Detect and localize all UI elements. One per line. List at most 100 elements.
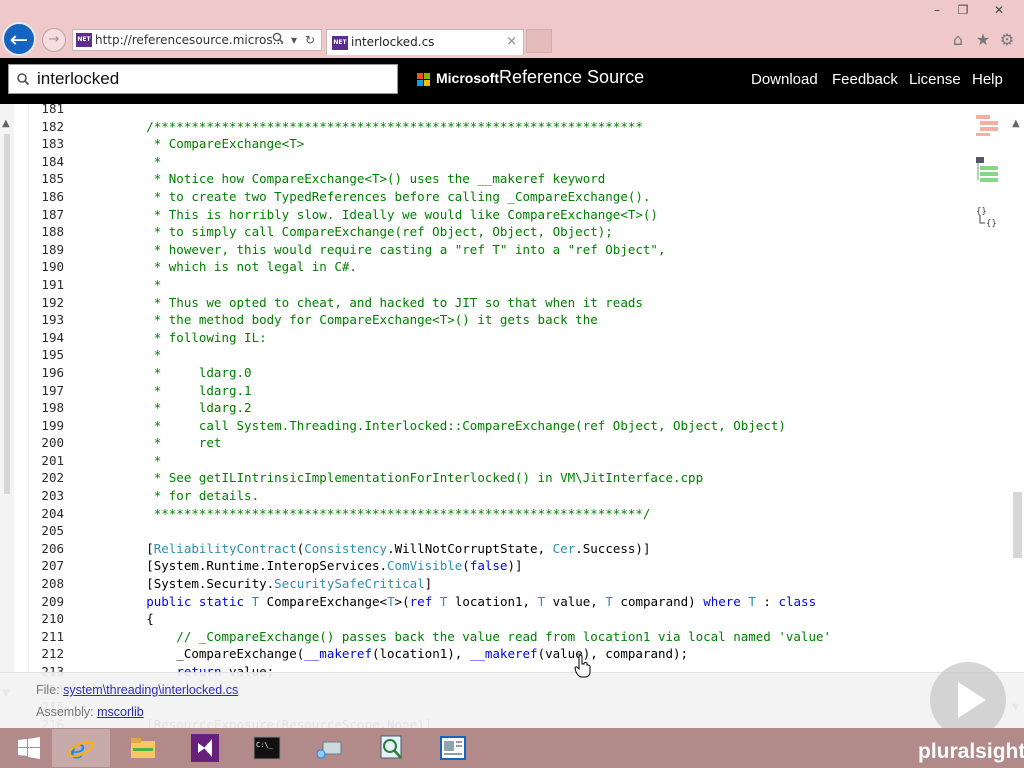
code-line: 196 * ldarg.0 xyxy=(40,364,970,382)
code-token: SecuritySafeCritical xyxy=(274,576,425,592)
code-token: * to simply call CompareExchange(ref Obj… xyxy=(86,224,613,240)
taskbar-file-explorer[interactable] xyxy=(114,729,172,767)
taskbar-command-prompt[interactable]: C:\_ xyxy=(238,729,296,767)
code-line: 210 { xyxy=(40,610,970,628)
code-line: 188 * to simply call CompareExchange(ref… xyxy=(40,223,970,241)
tab-title: interlocked.cs xyxy=(351,35,435,49)
line-number: 206 xyxy=(41,540,64,556)
taskbar-internet-explorer[interactable]: e xyxy=(52,729,110,767)
line-number: 182 xyxy=(41,118,64,134)
line-number: 212 xyxy=(41,646,64,662)
microsoft-brand: Microsoft xyxy=(436,70,499,86)
assembly-row: Assembly: mscorlib xyxy=(36,705,144,719)
code-structure-icon[interactable]: {} {} xyxy=(974,204,1000,230)
code-token: class xyxy=(778,593,817,609)
video-play-button[interactable] xyxy=(930,662,1006,738)
command-prompt-icon: C:\_ xyxy=(253,736,281,760)
assembly-link[interactable]: mscorlib xyxy=(97,705,144,719)
code-token: __makeref xyxy=(304,646,372,662)
code-viewer[interactable]: ▲ ▼ 181 182 /****************************… xyxy=(0,104,1024,728)
search-icon xyxy=(16,65,30,103)
nav-feedback[interactable]: Feedback xyxy=(832,71,898,88)
pluralsight-watermark: pluralsight xyxy=(918,740,1024,763)
close-window-button[interactable]: ✕ xyxy=(986,2,1012,18)
nav-license[interactable]: License xyxy=(909,71,961,88)
refresh-icon[interactable]: ↻ xyxy=(302,29,318,51)
scroll-thumb[interactable] xyxy=(1013,492,1022,558)
code-token: * however, this would require casting a … xyxy=(86,241,666,257)
code-token: ****************************************… xyxy=(86,505,651,521)
line-number: 185 xyxy=(41,171,64,187)
arrow-left-icon: ← xyxy=(9,28,29,53)
back-button[interactable]: ← xyxy=(2,22,36,56)
code-token: * CompareExchange<T> xyxy=(86,136,305,152)
document-outline-icon[interactable] xyxy=(974,112,1000,138)
code-token: * which is not legal in C#. xyxy=(86,259,357,275)
nav-help[interactable]: Help xyxy=(972,71,1003,88)
code-token: [System.Security. xyxy=(86,576,275,592)
code-line: 190 * which is not legal in C#. xyxy=(40,258,970,276)
code-line: 200 * ret xyxy=(40,434,970,452)
forward-button[interactable]: → xyxy=(42,28,66,52)
minimize-button[interactable]: – xyxy=(924,2,950,18)
assembly-label: Assembly: xyxy=(36,705,94,719)
code-token: : xyxy=(755,593,779,609)
code-line: 198 * ldarg.2 xyxy=(40,399,970,417)
code-line: 187 * This is horribly slow. Ideally we … xyxy=(40,206,970,224)
svg-text:{}: {} xyxy=(986,219,997,229)
gutter-divider xyxy=(28,104,29,728)
taskbar-network-tool[interactable] xyxy=(300,729,358,767)
line-number: 196 xyxy=(41,364,64,380)
solution-explorer-icon[interactable] xyxy=(974,156,1000,182)
microsoft-logo-icon xyxy=(417,73,431,87)
taskbar-start[interactable] xyxy=(0,729,58,767)
line-number: 189 xyxy=(41,241,64,257)
new-tab-button[interactable] xyxy=(526,29,552,53)
svg-text:C:\_: C:\_ xyxy=(256,741,274,749)
dropdown-chevron-icon[interactable]: ▾ xyxy=(286,29,302,51)
scroll-up-icon[interactable]: ▲ xyxy=(1012,118,1020,129)
line-number: 202 xyxy=(41,470,64,486)
left-scrollbar[interactable]: ▲ ▼ xyxy=(0,104,14,728)
settings-gear-icon[interactable]: ⚙ xyxy=(997,30,1017,50)
code-token: * to create two TypedReferences before c… xyxy=(86,188,651,204)
code-token: .WillNotCorruptState, xyxy=(387,540,553,556)
code-token: T xyxy=(748,593,756,609)
nav-download[interactable]: Download xyxy=(751,71,818,88)
taskbar-visual-studio[interactable] xyxy=(176,729,234,767)
line-number: 186 xyxy=(41,188,64,204)
file-info-panel: File: system\threading\interlocked.cs As… xyxy=(0,672,1024,728)
document-viewer-icon xyxy=(440,736,466,760)
file-path-link[interactable]: system\threading\interlocked.cs xyxy=(63,683,238,697)
line-number: 190 xyxy=(41,259,64,275)
favorites-star-icon[interactable]: ★ xyxy=(973,30,993,50)
code-line: 212 _CompareExchange(__makeref(location1… xyxy=(40,645,970,663)
scroll-up-icon[interactable]: ▲ xyxy=(2,118,10,129)
code-line: 207 [System.Runtime.InteropServices.ComV… xyxy=(40,557,970,575)
code-token: * the method body for CompareExchange<T>… xyxy=(86,312,598,328)
code-token: /***************************************… xyxy=(86,118,643,134)
file-label: File: xyxy=(36,683,60,697)
tab-close-icon[interactable]: × xyxy=(506,30,517,54)
line-number: 195 xyxy=(41,347,64,363)
taskbar-document-viewer[interactable] xyxy=(424,729,482,767)
scroll-thumb[interactable] xyxy=(4,134,10,494)
right-scrollbar[interactable]: ▲ ▼ xyxy=(1010,104,1024,728)
line-number: 198 xyxy=(41,400,64,416)
site-title[interactable]: Reference Source xyxy=(499,67,644,88)
search-input[interactable]: interlocked xyxy=(8,64,398,94)
code-token: Consistency xyxy=(304,540,388,556)
line-number: 194 xyxy=(41,329,64,345)
visual-studio-icon xyxy=(191,734,219,762)
tab-interlocked[interactable]: NET interlocked.cs × xyxy=(326,29,524,55)
search-address-icon[interactable] xyxy=(270,29,286,51)
home-icon[interactable]: ⌂ xyxy=(948,30,968,50)
restore-button[interactable]: ❐ xyxy=(950,2,976,18)
taskbar-search-tool[interactable] xyxy=(362,729,420,767)
code-token: * xyxy=(86,452,162,468)
code-line: 182 /***********************************… xyxy=(40,118,970,136)
code-token: ] xyxy=(424,576,433,592)
code-token: ComVisible xyxy=(387,558,463,574)
code-line: 181 xyxy=(40,104,970,118)
